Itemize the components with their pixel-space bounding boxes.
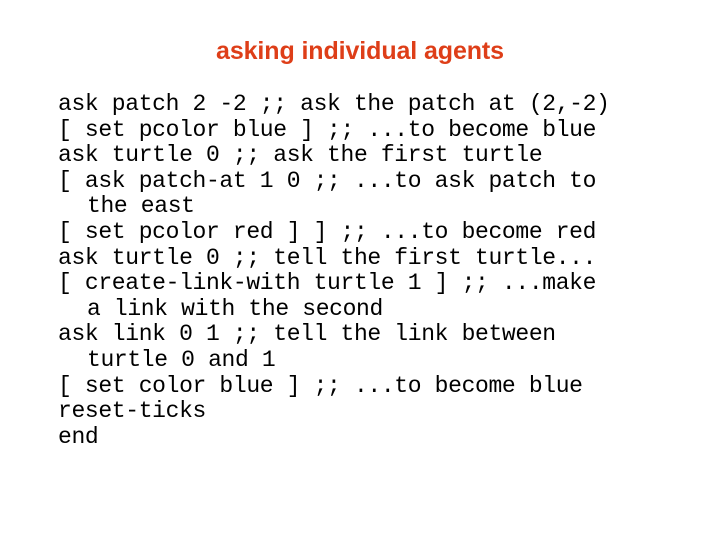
slide-canvas: asking individual agents ask patch 2 -2 … — [0, 0, 720, 540]
code-line: ask turtle 0 ;; tell the first turtle... — [58, 244, 597, 271]
page-title: asking individual agents — [216, 37, 504, 65]
code-line: [ set color blue ] ;; ...to become blue — [58, 372, 583, 399]
code-line: [ set pcolor blue ] ;; ...to become blue — [58, 116, 597, 143]
code-listing: ask patch 2 -2 ;; ask the patch at (2,-2… — [58, 91, 698, 450]
code-line: [ set pcolor red ] ] ;; ...to become red — [58, 218, 597, 245]
code-line: [ create-link-with turtle 1 ] ;; ...make — [58, 270, 597, 297]
code-line-continuation: a link with the second — [87, 295, 383, 322]
code-line: ask turtle 0 ;; ask the first turtle — [58, 142, 543, 169]
code-line-continuation: the east — [87, 193, 195, 220]
code-line: ask patch 2 -2 ;; ask the patch at (2,-2… — [58, 91, 610, 117]
code-line: reset-ticks — [58, 398, 206, 425]
code-line-continuation: turtle 0 and 1 — [87, 346, 276, 373]
code-line: end — [58, 423, 99, 450]
code-line: [ ask patch-at 1 0 ;; ...to ask patch to — [58, 167, 597, 194]
code-line: ask link 0 1 ;; tell the link between — [58, 321, 556, 348]
